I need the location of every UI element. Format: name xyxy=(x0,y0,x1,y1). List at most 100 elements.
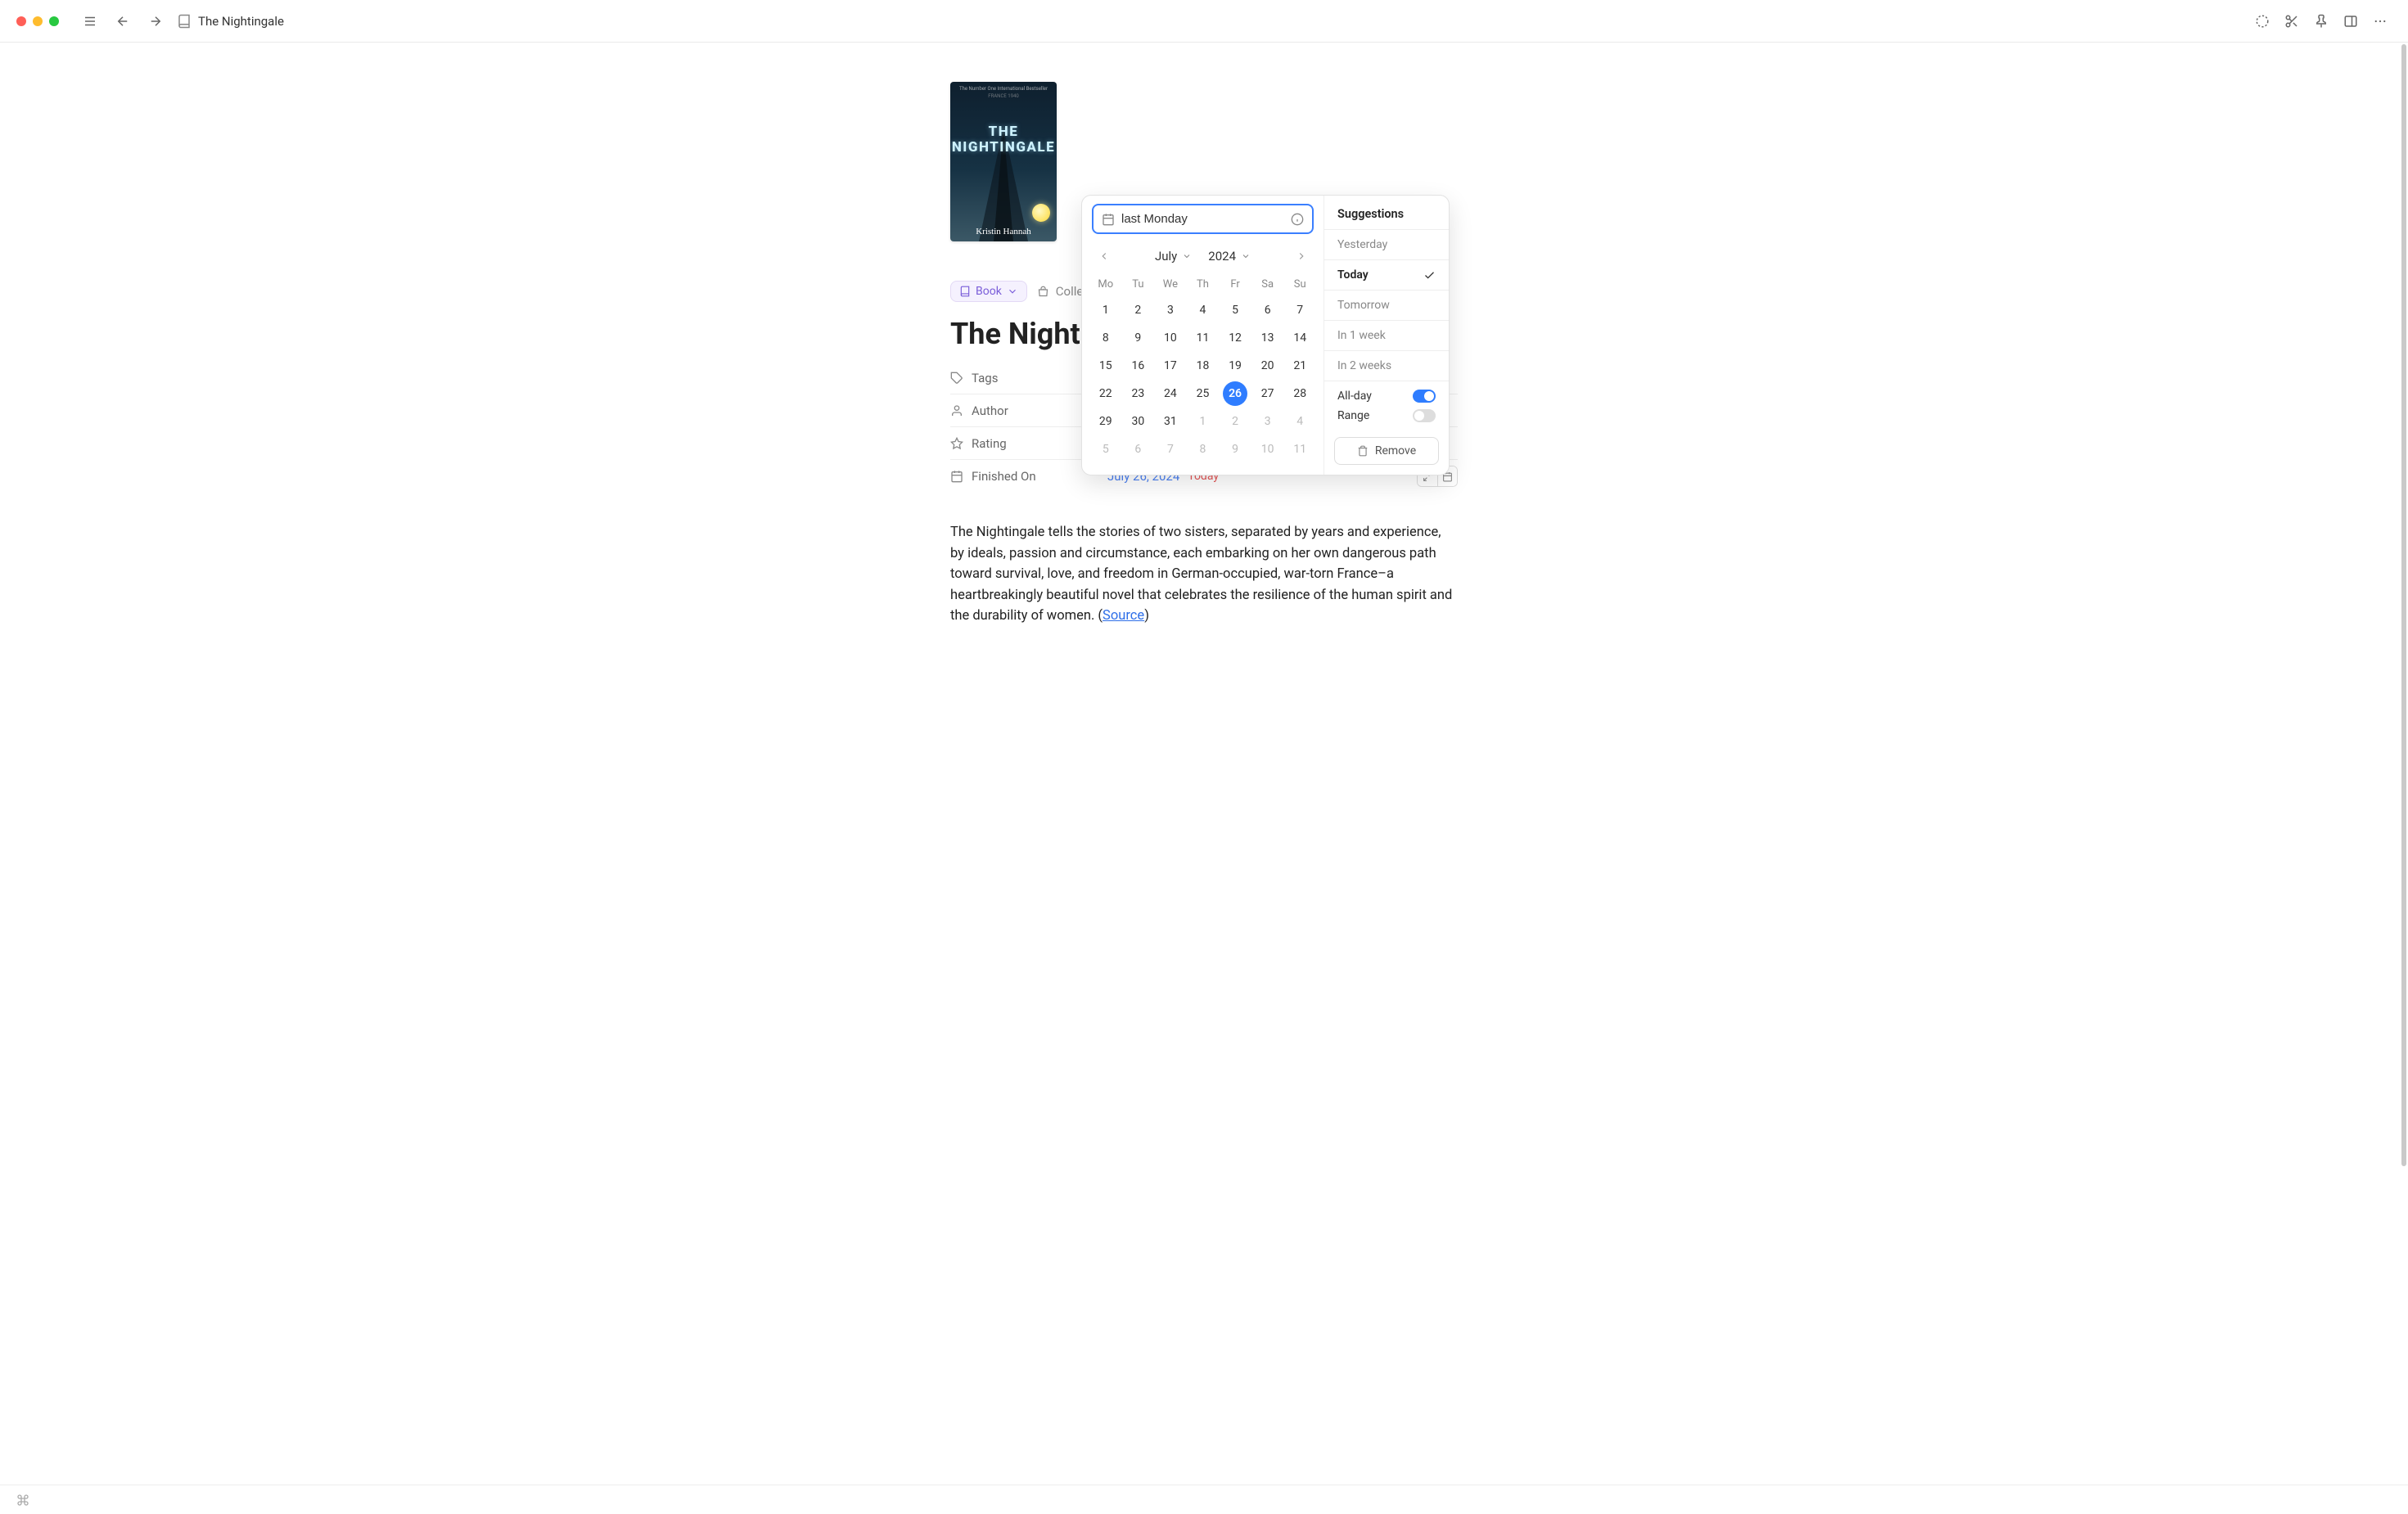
calendar-day[interactable]: 15 xyxy=(1094,354,1118,378)
scrollbar[interactable] xyxy=(2401,43,2406,1481)
content-area: The Number One International Bestseller … xyxy=(0,43,2408,1485)
type-chip-book[interactable]: Book xyxy=(950,281,1027,302)
calendar-day[interactable]: 9 xyxy=(1125,326,1150,350)
year-select[interactable]: 2024 xyxy=(1208,249,1251,264)
tag-icon xyxy=(950,372,963,385)
pin-button[interactable] xyxy=(2310,10,2333,33)
suggestion-item[interactable]: Yesterday xyxy=(1324,230,1449,260)
calendar-day[interactable]: 6 xyxy=(1125,437,1150,462)
calendar-day[interactable]: 4 xyxy=(1287,409,1312,434)
body-text: The Nightingale tells the stories of two… xyxy=(950,522,1458,627)
allday-label: All-day xyxy=(1337,390,1372,403)
calendar-day[interactable]: 13 xyxy=(1256,326,1280,350)
dow-header: Su xyxy=(1284,273,1315,295)
info-icon[interactable] xyxy=(1291,213,1304,226)
nav-forward-button[interactable] xyxy=(144,10,167,33)
calendar-day[interactable]: 27 xyxy=(1256,381,1280,406)
calendar-day[interactable]: 11 xyxy=(1287,437,1312,462)
person-icon xyxy=(950,404,963,417)
prop-label-text: Finished On xyxy=(972,469,1036,484)
more-button[interactable] xyxy=(2369,10,2392,33)
source-link[interactable]: Source xyxy=(1103,608,1144,624)
remove-label: Remove xyxy=(1375,444,1416,457)
calendar-day[interactable]: 9 xyxy=(1223,437,1247,462)
calendar-day[interactable]: 16 xyxy=(1125,354,1150,378)
calendar-day[interactable]: 30 xyxy=(1125,409,1150,434)
book-cover[interactable]: The Number One International Bestseller … xyxy=(950,82,1057,241)
calendar-day[interactable]: 2 xyxy=(1223,409,1247,434)
calendar-day[interactable]: 11 xyxy=(1190,326,1215,350)
calendar-day[interactable]: 23 xyxy=(1125,381,1150,406)
calendar-day[interactable]: 26 xyxy=(1223,381,1247,406)
check-icon xyxy=(1423,269,1436,282)
calendar-day[interactable]: 12 xyxy=(1223,326,1247,350)
suggestion-item[interactable]: In 2 weeks xyxy=(1324,351,1449,381)
prop-label-text: Rating xyxy=(972,436,1007,451)
calendar-day[interactable]: 4 xyxy=(1190,298,1215,322)
maximize-window-button[interactable] xyxy=(49,16,59,26)
next-month-button[interactable] xyxy=(1291,246,1312,267)
calendar-day[interactable]: 18 xyxy=(1190,354,1215,378)
calendar-day[interactable]: 7 xyxy=(1287,298,1312,322)
cover-title-line2: NIGHTINGALE xyxy=(950,140,1057,155)
titlebar: The Nightingale xyxy=(0,0,2408,43)
range-label: Range xyxy=(1337,409,1369,422)
chevron-down-icon xyxy=(1182,251,1192,261)
book-icon xyxy=(959,286,971,297)
cover-top-line: The Number One International Bestseller xyxy=(950,82,1057,92)
close-window-button[interactable] xyxy=(16,16,26,26)
calendar-day[interactable]: 14 xyxy=(1287,326,1312,350)
panel-toggle-button[interactable] xyxy=(2339,10,2362,33)
calendar-day[interactable]: 29 xyxy=(1094,409,1118,434)
calendar-day[interactable]: 21 xyxy=(1287,354,1312,378)
calendar-day[interactable]: 28 xyxy=(1287,381,1312,406)
cut-button[interactable] xyxy=(2280,10,2303,33)
calendar-day[interactable]: 3 xyxy=(1256,409,1280,434)
dow-header: We xyxy=(1155,273,1186,295)
allday-toggle[interactable] xyxy=(1413,390,1436,403)
calendar-day[interactable]: 10 xyxy=(1256,437,1280,462)
calendar-day[interactable]: 5 xyxy=(1223,298,1247,322)
suggestions-list: YesterdayTodayTomorrowIn 1 weekIn 2 week… xyxy=(1324,229,1449,381)
suggestion-item[interactable]: Tomorrow xyxy=(1324,291,1449,321)
chevron-down-icon xyxy=(1007,286,1018,297)
calendar-day[interactable]: 22 xyxy=(1094,381,1118,406)
prev-month-button[interactable] xyxy=(1094,246,1115,267)
book-icon xyxy=(177,14,192,29)
calendar-day[interactable]: 17 xyxy=(1158,354,1183,378)
calendar-day[interactable]: 3 xyxy=(1158,298,1183,322)
month-select[interactable]: July xyxy=(1155,249,1192,264)
date-text-input[interactable] xyxy=(1121,212,1284,226)
year-label: 2024 xyxy=(1208,249,1236,264)
breadcrumb[interactable]: The Nightingale xyxy=(177,14,284,29)
calendar-day[interactable]: 2 xyxy=(1125,298,1150,322)
calendar-day[interactable]: 20 xyxy=(1256,354,1280,378)
calendar-grid: MoTuWeThFrSaSu12345678910111213141516171… xyxy=(1089,273,1317,462)
command-icon[interactable] xyxy=(16,1494,29,1507)
calendar-day[interactable]: 8 xyxy=(1094,326,1118,350)
calendar-day[interactable]: 31 xyxy=(1158,409,1183,434)
suggestion-item[interactable]: In 1 week xyxy=(1324,321,1449,351)
calendar-day[interactable]: 25 xyxy=(1190,381,1215,406)
calendar-day[interactable]: 6 xyxy=(1256,298,1280,322)
calendar-day[interactable]: 5 xyxy=(1094,437,1118,462)
date-input-row[interactable] xyxy=(1092,204,1314,234)
nav-back-button[interactable] xyxy=(111,10,134,33)
calendar-day[interactable]: 19 xyxy=(1223,354,1247,378)
calendar-day[interactable]: 7 xyxy=(1158,437,1183,462)
calendar-day[interactable]: 24 xyxy=(1158,381,1183,406)
remove-date-button[interactable]: Remove xyxy=(1334,437,1439,465)
minimize-window-button[interactable] xyxy=(33,16,43,26)
breadcrumb-title: The Nightingale xyxy=(198,14,284,29)
sync-button[interactable] xyxy=(2251,10,2274,33)
body-close: ) xyxy=(1144,608,1149,624)
calendar-day[interactable]: 1 xyxy=(1094,298,1118,322)
traffic-lights xyxy=(16,16,59,26)
calendar-day[interactable]: 1 xyxy=(1190,409,1215,434)
range-toggle[interactable] xyxy=(1413,409,1436,422)
calendar-day[interactable]: 8 xyxy=(1190,437,1215,462)
calendar-day[interactable]: 10 xyxy=(1158,326,1183,350)
sidebar-toggle-button[interactable] xyxy=(79,10,101,33)
prop-label-text: Tags xyxy=(972,371,998,385)
suggestion-item[interactable]: Today xyxy=(1324,260,1449,291)
